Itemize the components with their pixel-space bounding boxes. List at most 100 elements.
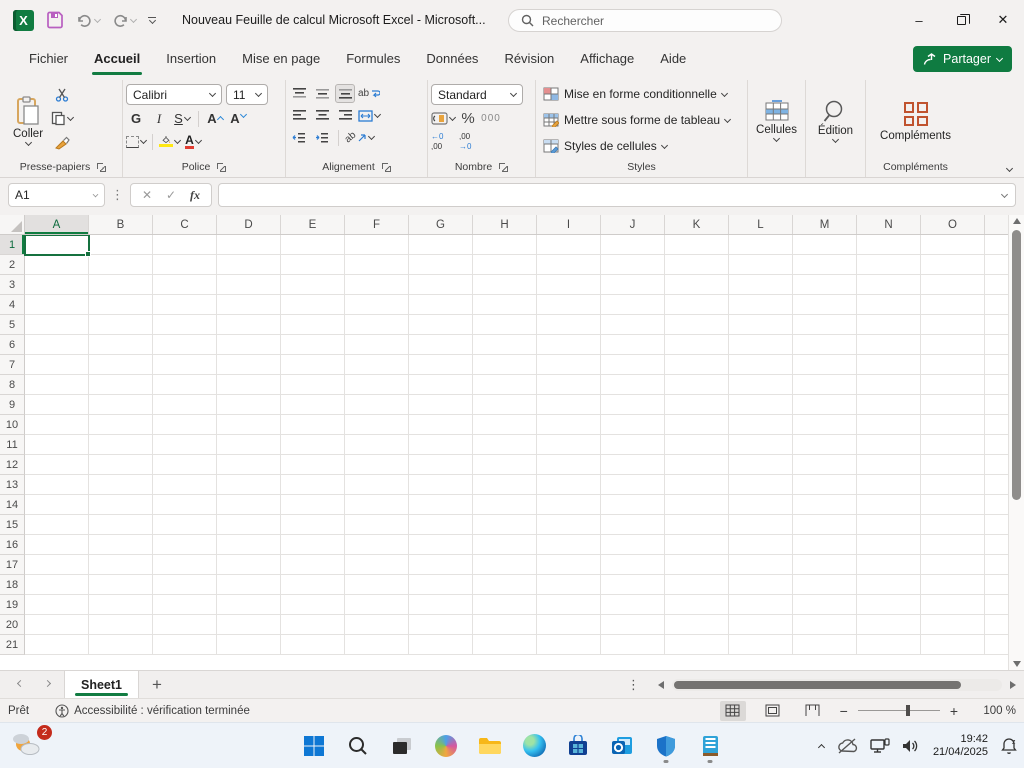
cell-l12[interactable] xyxy=(729,455,793,475)
copilot-button[interactable] xyxy=(431,729,461,763)
cell-f6[interactable] xyxy=(345,335,409,355)
cell-k12[interactable] xyxy=(665,455,729,475)
undo-button[interactable] xyxy=(76,13,100,28)
cell-d16[interactable] xyxy=(217,535,281,555)
cell-i14[interactable] xyxy=(537,495,601,515)
cell-d2[interactable] xyxy=(217,255,281,275)
cell-m18[interactable] xyxy=(793,575,857,595)
cell-l2[interactable] xyxy=(729,255,793,275)
cell-g15[interactable] xyxy=(409,515,473,535)
taskbar-clock[interactable]: 19:42 21/04/2025 xyxy=(933,733,988,760)
cell-l14[interactable] xyxy=(729,495,793,515)
format-painter-button[interactable] xyxy=(51,133,73,152)
cell-k15[interactable] xyxy=(665,515,729,535)
chevron-down-icon[interactable] xyxy=(174,137,181,144)
column-header-partial[interactable] xyxy=(985,215,1008,234)
cell-f17[interactable] xyxy=(345,555,409,575)
cell-e12[interactable] xyxy=(281,455,345,475)
cell-d10[interactable] xyxy=(217,415,281,435)
cell-l19[interactable] xyxy=(729,595,793,615)
column-header-c[interactable]: C xyxy=(153,215,217,234)
cell-c10[interactable] xyxy=(153,415,217,435)
column-header-d[interactable]: D xyxy=(217,215,281,234)
cell-o17[interactable] xyxy=(921,555,985,575)
cell-c13[interactable] xyxy=(153,475,217,495)
cell-g19[interactable] xyxy=(409,595,473,615)
row-header-15[interactable]: 15 xyxy=(0,515,25,535)
cell-j19[interactable] xyxy=(601,595,665,615)
cell-f16[interactable] xyxy=(345,535,409,555)
cell-o19[interactable] xyxy=(921,595,985,615)
row-header-5[interactable]: 5 xyxy=(0,315,25,335)
cell-n20[interactable] xyxy=(857,615,921,635)
cell-k5[interactable] xyxy=(665,315,729,335)
cell-a4[interactable] xyxy=(25,295,89,315)
cell-k10[interactable] xyxy=(665,415,729,435)
align-center-button[interactable] xyxy=(312,106,332,125)
cell-d19[interactable] xyxy=(217,595,281,615)
cell-m12[interactable] xyxy=(793,455,857,475)
collapse-ribbon-icon[interactable] xyxy=(1006,165,1013,172)
cell-b11[interactable] xyxy=(89,435,153,455)
cell-n14[interactable] xyxy=(857,495,921,515)
cell-n1[interactable] xyxy=(857,235,921,255)
scroll-down-icon[interactable] xyxy=(1013,661,1021,667)
cell-a21[interactable] xyxy=(25,635,89,655)
cell-partial[interactable] xyxy=(985,475,1008,495)
cell-l9[interactable] xyxy=(729,395,793,415)
cancel-button[interactable]: ✕ xyxy=(135,188,159,202)
column-header-a[interactable]: A xyxy=(25,215,89,234)
cell-i15[interactable] xyxy=(537,515,601,535)
cell-a3[interactable] xyxy=(25,275,89,295)
cell-l11[interactable] xyxy=(729,435,793,455)
cell-h2[interactable] xyxy=(473,255,537,275)
cell-m16[interactable] xyxy=(793,535,857,555)
cell-h16[interactable] xyxy=(473,535,537,555)
cell-n4[interactable] xyxy=(857,295,921,315)
cell-m10[interactable] xyxy=(793,415,857,435)
borders-button[interactable] xyxy=(126,132,146,151)
chevron-down-icon[interactable] xyxy=(67,114,74,121)
cell-a18[interactable] xyxy=(25,575,89,595)
accessibility-status[interactable]: Accessibilité : vérification terminée xyxy=(55,704,250,718)
cell-g17[interactable] xyxy=(409,555,473,575)
cell-c5[interactable] xyxy=(153,315,217,335)
merge-center-button[interactable] xyxy=(358,106,380,125)
chevron-down-icon[interactable] xyxy=(195,137,202,144)
task-view-button[interactable] xyxy=(387,729,417,763)
align-middle-button[interactable] xyxy=(312,84,332,103)
cell-n17[interactable] xyxy=(857,555,921,575)
cut-button[interactable] xyxy=(51,85,73,104)
cell-o14[interactable] xyxy=(921,495,985,515)
formula-input[interactable] xyxy=(218,183,1016,207)
zoom-slider[interactable] xyxy=(858,710,940,711)
cell-j7[interactable] xyxy=(601,355,665,375)
column-header-l[interactable]: L xyxy=(729,215,793,234)
column-header-k[interactable]: K xyxy=(665,215,729,234)
column-header-i[interactable]: I xyxy=(537,215,601,234)
cell-l8[interactable] xyxy=(729,375,793,395)
format-as-table-button[interactable]: Mettre sous forme de tableau xyxy=(539,107,744,133)
chevron-down-icon[interactable] xyxy=(724,115,731,122)
previous-sheet-icon[interactable] xyxy=(17,680,24,687)
cell-d8[interactable] xyxy=(217,375,281,395)
cell-f4[interactable] xyxy=(345,295,409,315)
cell-b3[interactable] xyxy=(89,275,153,295)
cell-i21[interactable] xyxy=(537,635,601,655)
chevron-down-icon[interactable] xyxy=(184,114,191,121)
cell-e10[interactable] xyxy=(281,415,345,435)
cell-o3[interactable] xyxy=(921,275,985,295)
cell-e7[interactable] xyxy=(281,355,345,375)
cell-l4[interactable] xyxy=(729,295,793,315)
cell-o5[interactable] xyxy=(921,315,985,335)
network-icon[interactable] xyxy=(870,738,890,754)
cell-m4[interactable] xyxy=(793,295,857,315)
cell-j6[interactable] xyxy=(601,335,665,355)
column-header-m[interactable]: M xyxy=(793,215,857,234)
chevron-down-icon[interactable] xyxy=(661,141,668,148)
row-header-10[interactable]: 10 xyxy=(0,415,25,435)
cell-c3[interactable] xyxy=(153,275,217,295)
accounting-format-button[interactable] xyxy=(431,109,455,128)
zoom-out-button[interactable]: − xyxy=(840,703,848,719)
cell-n15[interactable] xyxy=(857,515,921,535)
